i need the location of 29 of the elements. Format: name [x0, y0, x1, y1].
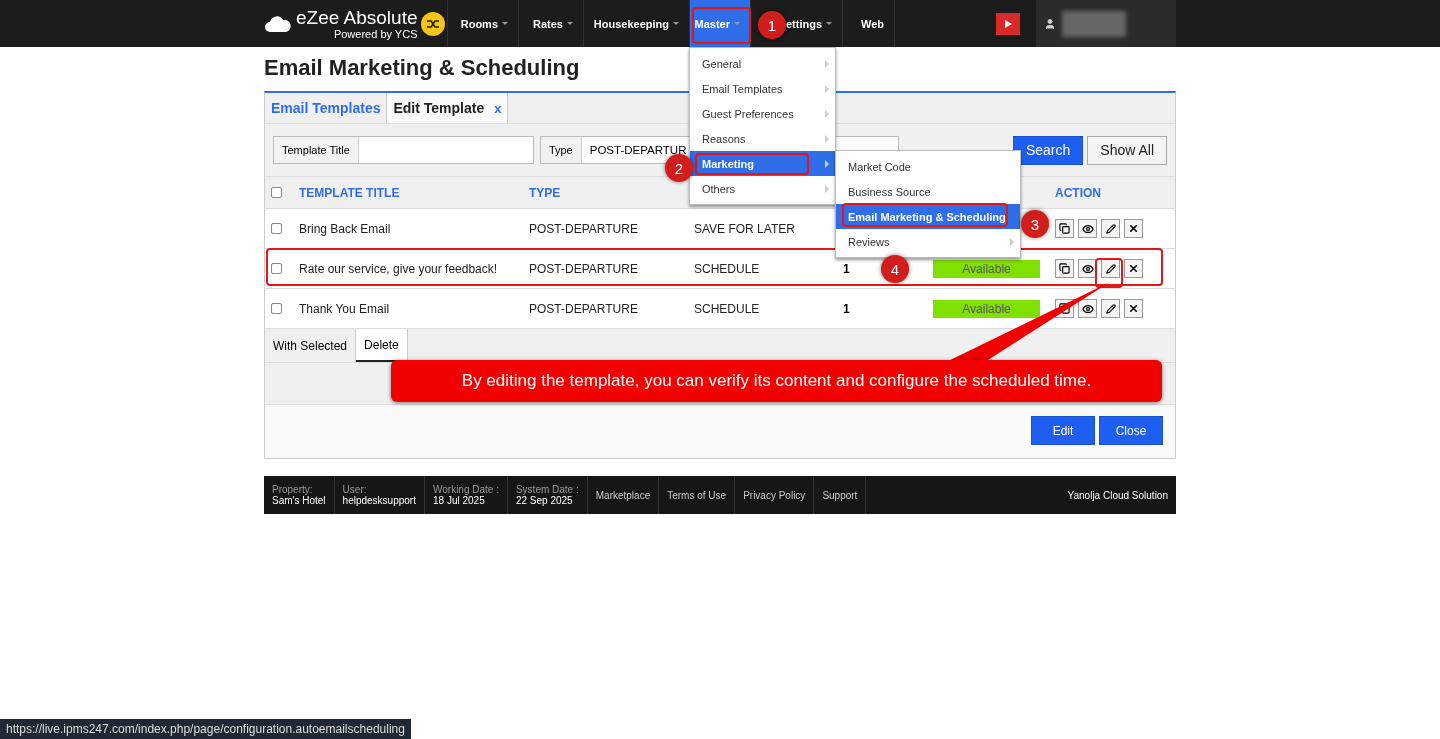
table-cell: Bring Back Email [299, 221, 391, 236]
table-cell: 1 [843, 301, 850, 316]
footer-label: System Date : [515, 484, 579, 495]
table-cell: Thank You Email [299, 301, 390, 316]
status-tag: Available [933, 299, 1040, 318]
table-cell: 1 [843, 261, 850, 276]
table-cell: POST-DEPARTURE [529, 301, 638, 316]
table-cell: SCHEDULE [694, 261, 760, 276]
footer-value: 22 Sep 2025 [515, 495, 574, 506]
status-tag: Available [933, 259, 1040, 278]
column-header: ACTION [1055, 185, 1102, 200]
brand-name: eZee Absolute [296, 7, 418, 28]
footer-label: Property: [272, 484, 313, 495]
company-name: Yanolja Cloud Solution [1067, 488, 1169, 503]
link-preview-url: https://live.ipms247.com/index.php/page/configuration.autoemailscheduling [0, 719, 411, 739]
table-cell: POST-DEPARTURE [529, 221, 638, 236]
table-cell: SCHEDULE [694, 301, 760, 316]
brand-subtitle: Powered by YCS [333, 27, 418, 40]
footer-value: helpdesksupport [342, 495, 416, 506]
footer-label: Working Date : [433, 484, 499, 495]
column-header: TEMPLATE TITLE [299, 185, 401, 200]
footer-value: Sam's Hotel [272, 495, 326, 506]
column-header: TYPE [529, 185, 562, 200]
table-cell: Rate our service, give your feedback! [299, 261, 498, 276]
table-cell: SAVE FOR LATER [694, 221, 795, 236]
page-title: Email Marketing & Scheduling [264, 55, 580, 81]
table-cell: POST-DEPARTURE [529, 261, 638, 276]
footer-label: User: [342, 484, 368, 495]
footer-value: 18 Jul 2025 [433, 495, 486, 506]
